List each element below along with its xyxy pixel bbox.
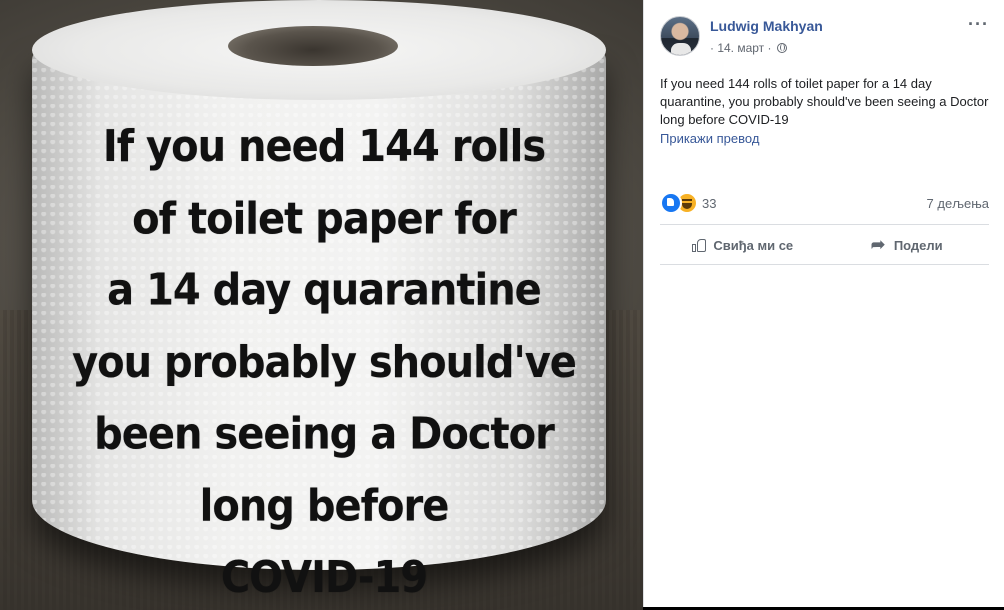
roll-text-line: you probably should've — [72, 337, 577, 388]
like-button[interactable]: Свиђа ми се — [660, 227, 825, 263]
post-date[interactable]: · 14. март · — [710, 41, 772, 55]
globe-icon[interactable] — [776, 43, 787, 53]
post-panel: Ludwig Makhyan · 14. март · ··· If you n… — [643, 0, 1004, 607]
see-translation-link[interactable]: Прикажи превод — [660, 131, 759, 146]
roll-text-line: long before — [199, 481, 450, 531]
avatar[interactable] — [660, 16, 700, 56]
shares-count[interactable]: 7 дељења — [927, 196, 989, 211]
more-options-icon[interactable]: ··· — [968, 14, 989, 35]
like-button-label: Свиђа ми се — [713, 237, 794, 253]
roll-text-line: COVID-19 — [220, 553, 428, 603]
share-arrow-icon: ➦ — [870, 235, 886, 254]
author-name[interactable]: Ludwig Makhyan — [710, 18, 823, 34]
post-text: If you need 144 rolls of toilet paper fo… — [660, 76, 989, 127]
reaction-count: 33 — [702, 195, 717, 211]
roll-text-line: been seeing a Doctor — [94, 409, 555, 460]
divider — [660, 264, 989, 265]
roll-text-line: of toilet paper for — [132, 194, 517, 244]
like-reaction-icon — [660, 192, 682, 214]
action-bar: Свиђа ми се ➦ Подели — [660, 227, 989, 263]
roll-text-line: a 14 day quarantine — [107, 265, 542, 316]
roll-text-line: If you need 144 rolls — [102, 122, 546, 172]
toilet-paper-roll: If you need 144 rolls of toilet paper fo… — [14, 0, 614, 603]
reactions-summary[interactable]: 33 — [660, 192, 716, 214]
share-button-label: Подели — [893, 237, 943, 253]
roll-printed-text: If you need 144 rolls of toilet paper fo… — [54, 111, 594, 610]
post-meta: · 14. март · — [710, 41, 787, 55]
share-button[interactable]: ➦ Подели — [825, 227, 990, 263]
post-photo[interactable]: If you need 144 rolls of toilet paper fo… — [0, 0, 643, 610]
roll-hole — [228, 26, 398, 66]
divider — [660, 224, 989, 225]
thumbs-up-icon — [691, 237, 707, 253]
